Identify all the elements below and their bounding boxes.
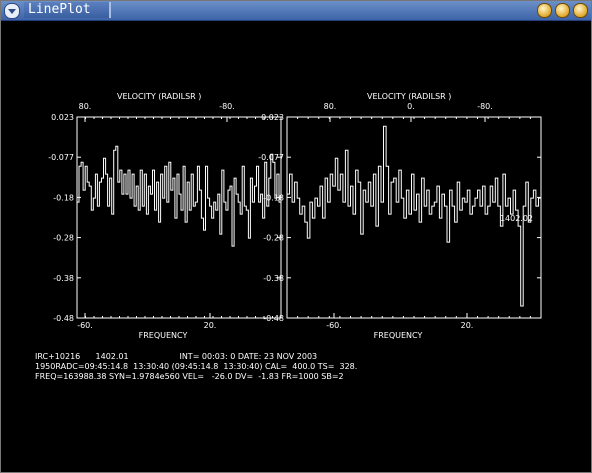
y-tick-label: -0.48 — [263, 314, 284, 323]
title-bar[interactable]: LinePlot — [1, 1, 591, 21]
y-tick-label: 0.023 — [51, 113, 74, 122]
window-menu-icon[interactable] — [4, 3, 20, 19]
x-tick-label: -60. — [326, 321, 342, 330]
chart-title: VELOCITY (RADILSR ) — [117, 92, 201, 101]
maximize-icon[interactable] — [555, 3, 570, 18]
footer-line-2: 1950RADC=09:45:14.8 13:30:40 (09:45:14.8… — [35, 362, 357, 371]
y-tick-label: -0.38 — [53, 274, 74, 283]
x-tick-label: 20. — [461, 321, 474, 330]
y-tick-label: -0.48 — [53, 314, 74, 323]
lineplot-window: LinePlot 0.023 -0.077 -0.18 -0.28 -0.38 -0.48… — [0, 0, 592, 473]
chart-title: VELOCITY (RADILSR ) — [367, 92, 451, 101]
y-tick-label: -0.38 — [263, 274, 284, 283]
top-tick-label: -80. — [477, 102, 493, 111]
x-tick-label: -60. — [77, 321, 93, 330]
minimize-icon[interactable] — [537, 3, 552, 18]
plot-canvas: 0.023-0.077-0.18-0.28-0.38-0.48-60. 20.80… — [35, 92, 542, 381]
y-tick-label: -0.28 — [53, 234, 74, 243]
frequency-annotation: 1402.02 — [500, 214, 533, 223]
top-tick-label: 80. — [79, 102, 92, 111]
spectrum-trace — [77, 145, 281, 247]
y-tick-label: -0.18 — [53, 193, 74, 202]
top-tick-label: -80. — [219, 102, 235, 111]
x-tick-label: 20. — [204, 321, 217, 330]
y-tick-label: 0.023 — [261, 113, 284, 122]
left-spectrum-panel: 0.023-0.077-0.18-0.28-0.38-0.48-60. 20.80… — [48, 92, 282, 340]
y-tick-label: -0.077 — [258, 153, 284, 162]
footer-line-1: IRC+10216 1402.01 INT= 00:03: 0 DATE: 23… — [35, 352, 317, 361]
top-tick-label: 0. — [407, 102, 415, 111]
close-icon[interactable] — [573, 3, 588, 18]
right-spectrum-panel: 0.023 -0.077 -0.18 -0.28 -0.38 -0.48 -60. 20. 80… — [258, 92, 542, 340]
top-tick-label: 80. — [324, 102, 337, 111]
window-title: LinePlot — [24, 2, 111, 18]
y-tick-label: -0.28 — [263, 234, 284, 243]
x-axis-label: FREQUENCY — [139, 331, 188, 340]
x-axis-label: FREQUENCY — [374, 331, 423, 340]
y-tick-label: -0.077 — [48, 153, 74, 162]
footer-line-3: FREQ=163988.38 SYN=1.9784e560 VEL= -26.0… — [35, 372, 344, 381]
y-tick-label: -0.18 — [263, 193, 284, 202]
